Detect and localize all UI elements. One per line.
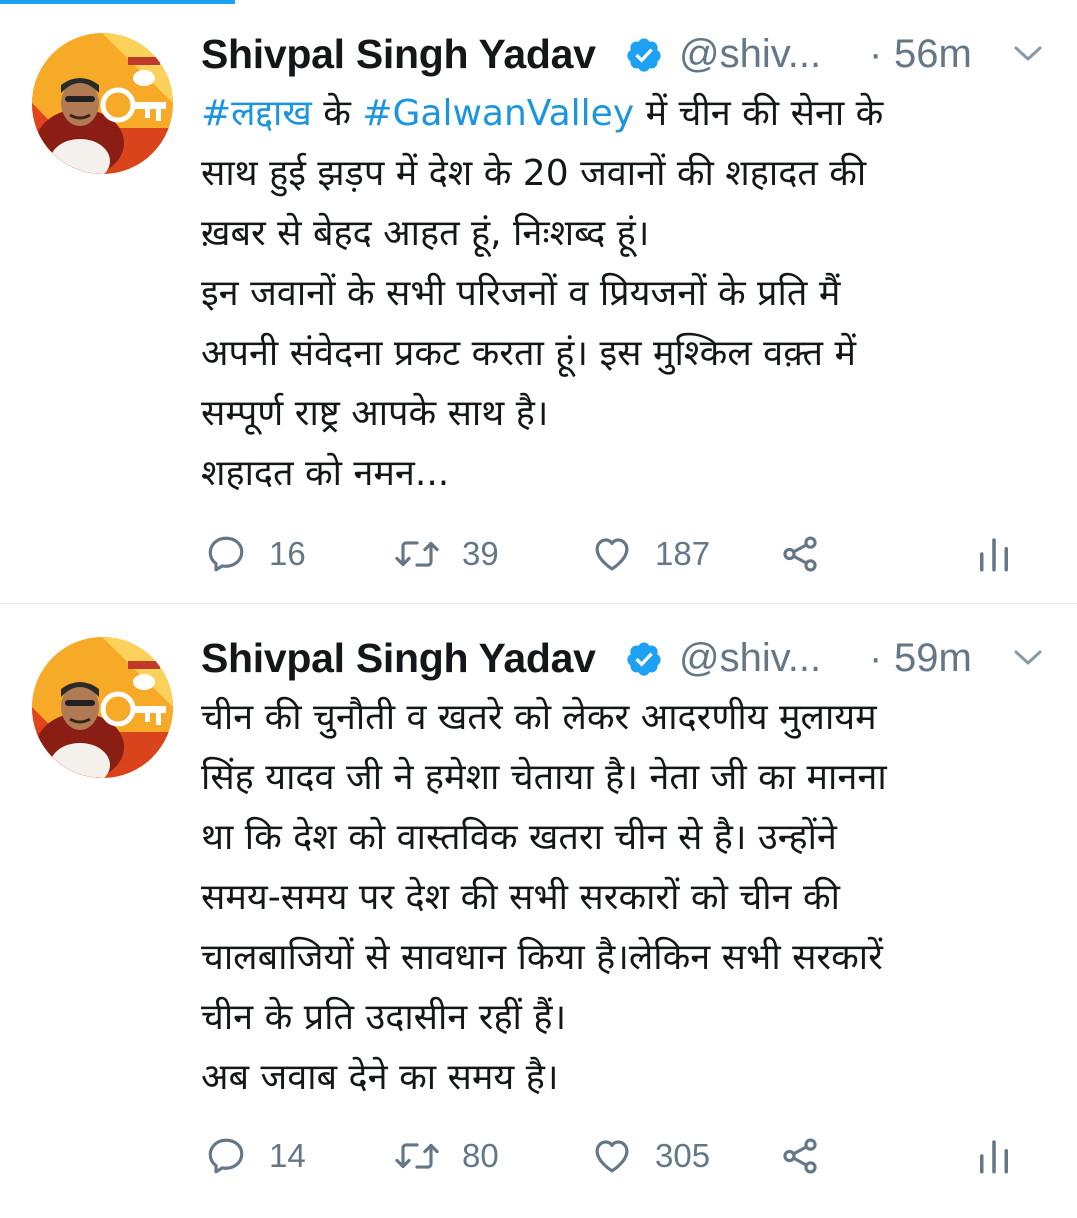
reply-button[interactable]: 14 (205, 1128, 306, 1184)
tweet-text-line: ख़बर से बेहद आहत हूं, निःशब्द हूं। (201, 213, 650, 254)
author-handle[interactable]: @shiv... (679, 633, 821, 683)
tweet-text: #लद्दाख के #GalwanValley में चीन की सेना… (201, 84, 1052, 504)
tweet-text-line: इन जवानों के सभी परिजनों व प्रियजनों के … (201, 273, 841, 314)
retweet-button[interactable]: 80 (394, 1128, 499, 1184)
tweet-text-line: सिंह यादव जी ने हमेशा चेताया है। नेता जी… (201, 757, 887, 798)
tweet-text-line: अब जवाब देने का समय है। (201, 1057, 559, 1098)
avatar[interactable] (32, 33, 173, 174)
tweet-text-line: चीन की चुनौती व खतरे को लेकर आदरणीय मुला… (201, 697, 877, 738)
tweet-text: चीन की चुनौती व खतरे को लेकर आदरणीय मुला… (201, 688, 1052, 1108)
tweet-text-line: शहादत को नमन... (201, 453, 450, 494)
tweet[interactable]: Shivpal Singh Yadav @shiv... · 59m चीन क… (0, 604, 1077, 1218)
tweet-actions: 14 80 305 (201, 1128, 1041, 1184)
timestamp[interactable]: 56m (894, 29, 972, 79)
reply-icon (208, 536, 244, 572)
tweet-text-fragment: में चीन की सेना के (634, 93, 884, 134)
timestamp[interactable]: 59m (894, 633, 972, 683)
tweet-text-fragment: के (311, 93, 363, 134)
retweet-count: 80 (462, 1137, 499, 1174)
tweet-text-line: था कि देश को वास्तविक खतरा चीन से है। उन… (201, 817, 837, 858)
hashtag-link[interactable]: #GalwanValley (362, 93, 634, 134)
reply-button[interactable]: 16 (205, 526, 306, 582)
share-icon (783, 536, 817, 572)
hashtag-link[interactable]: #लद्दाख (201, 93, 312, 134)
author-handle[interactable]: @shiv... (679, 29, 821, 79)
retweet-icon (395, 541, 439, 567)
separator-dot: · (869, 636, 883, 680)
like-count: 305 (655, 1137, 711, 1174)
share-button[interactable] (779, 1128, 821, 1184)
reply-count: 14 (269, 1137, 306, 1174)
tweet-text-line: चीन के प्रति उदासीन रहीं हैं। (201, 997, 567, 1038)
retweet-button[interactable]: 39 (394, 526, 499, 582)
retweet-count: 39 (462, 535, 499, 572)
heart-icon (595, 538, 629, 571)
tweet-text-line: अपनी संवेदना प्रकट करता हूं। इस मुश्किल … (201, 333, 856, 374)
share-icon (783, 1138, 817, 1174)
verified-badge-icon (627, 642, 661, 676)
tweet[interactable]: Shivpal Singh Yadav @shiv... · 56m #लद्द… (0, 0, 1077, 603)
like-count: 187 (655, 535, 711, 572)
tweet-text-line: समय-समय पर देश की सभी सरकारों को चीन की (201, 877, 840, 918)
like-button[interactable]: 187 (591, 526, 710, 582)
share-button[interactable] (779, 526, 821, 582)
author-name[interactable]: Shivpal Singh Yadav (201, 29, 596, 79)
reply-icon (208, 1138, 244, 1174)
heart-icon (595, 1140, 629, 1173)
retweet-icon (395, 1143, 439, 1169)
tweet-text-line: सम्पूर्ण राष्ट्र आपके साथ है। (201, 393, 549, 434)
analytics-icon (980, 1140, 1008, 1174)
author-name[interactable]: Shivpal Singh Yadav (201, 633, 596, 683)
analytics-button[interactable] (976, 526, 1012, 582)
tweet-text-line: चालबाजियों से सावधान किया है।लेकिन सभी स… (201, 937, 883, 978)
chevron-down-icon[interactable] (1013, 43, 1043, 65)
chevron-down-icon[interactable] (1013, 647, 1043, 669)
reply-count: 16 (269, 535, 306, 572)
tweet-actions: 16 39 187 (201, 526, 1041, 582)
verified-badge-icon (627, 38, 661, 72)
tweet-text-line: साथ हुई झड़प में देश के 20 जवानों की शहा… (201, 153, 867, 194)
avatar[interactable] (32, 637, 173, 778)
separator-dot: · (869, 32, 883, 76)
analytics-button[interactable] (976, 1128, 1012, 1184)
like-button[interactable]: 305 (591, 1128, 710, 1184)
analytics-icon (980, 538, 1008, 572)
